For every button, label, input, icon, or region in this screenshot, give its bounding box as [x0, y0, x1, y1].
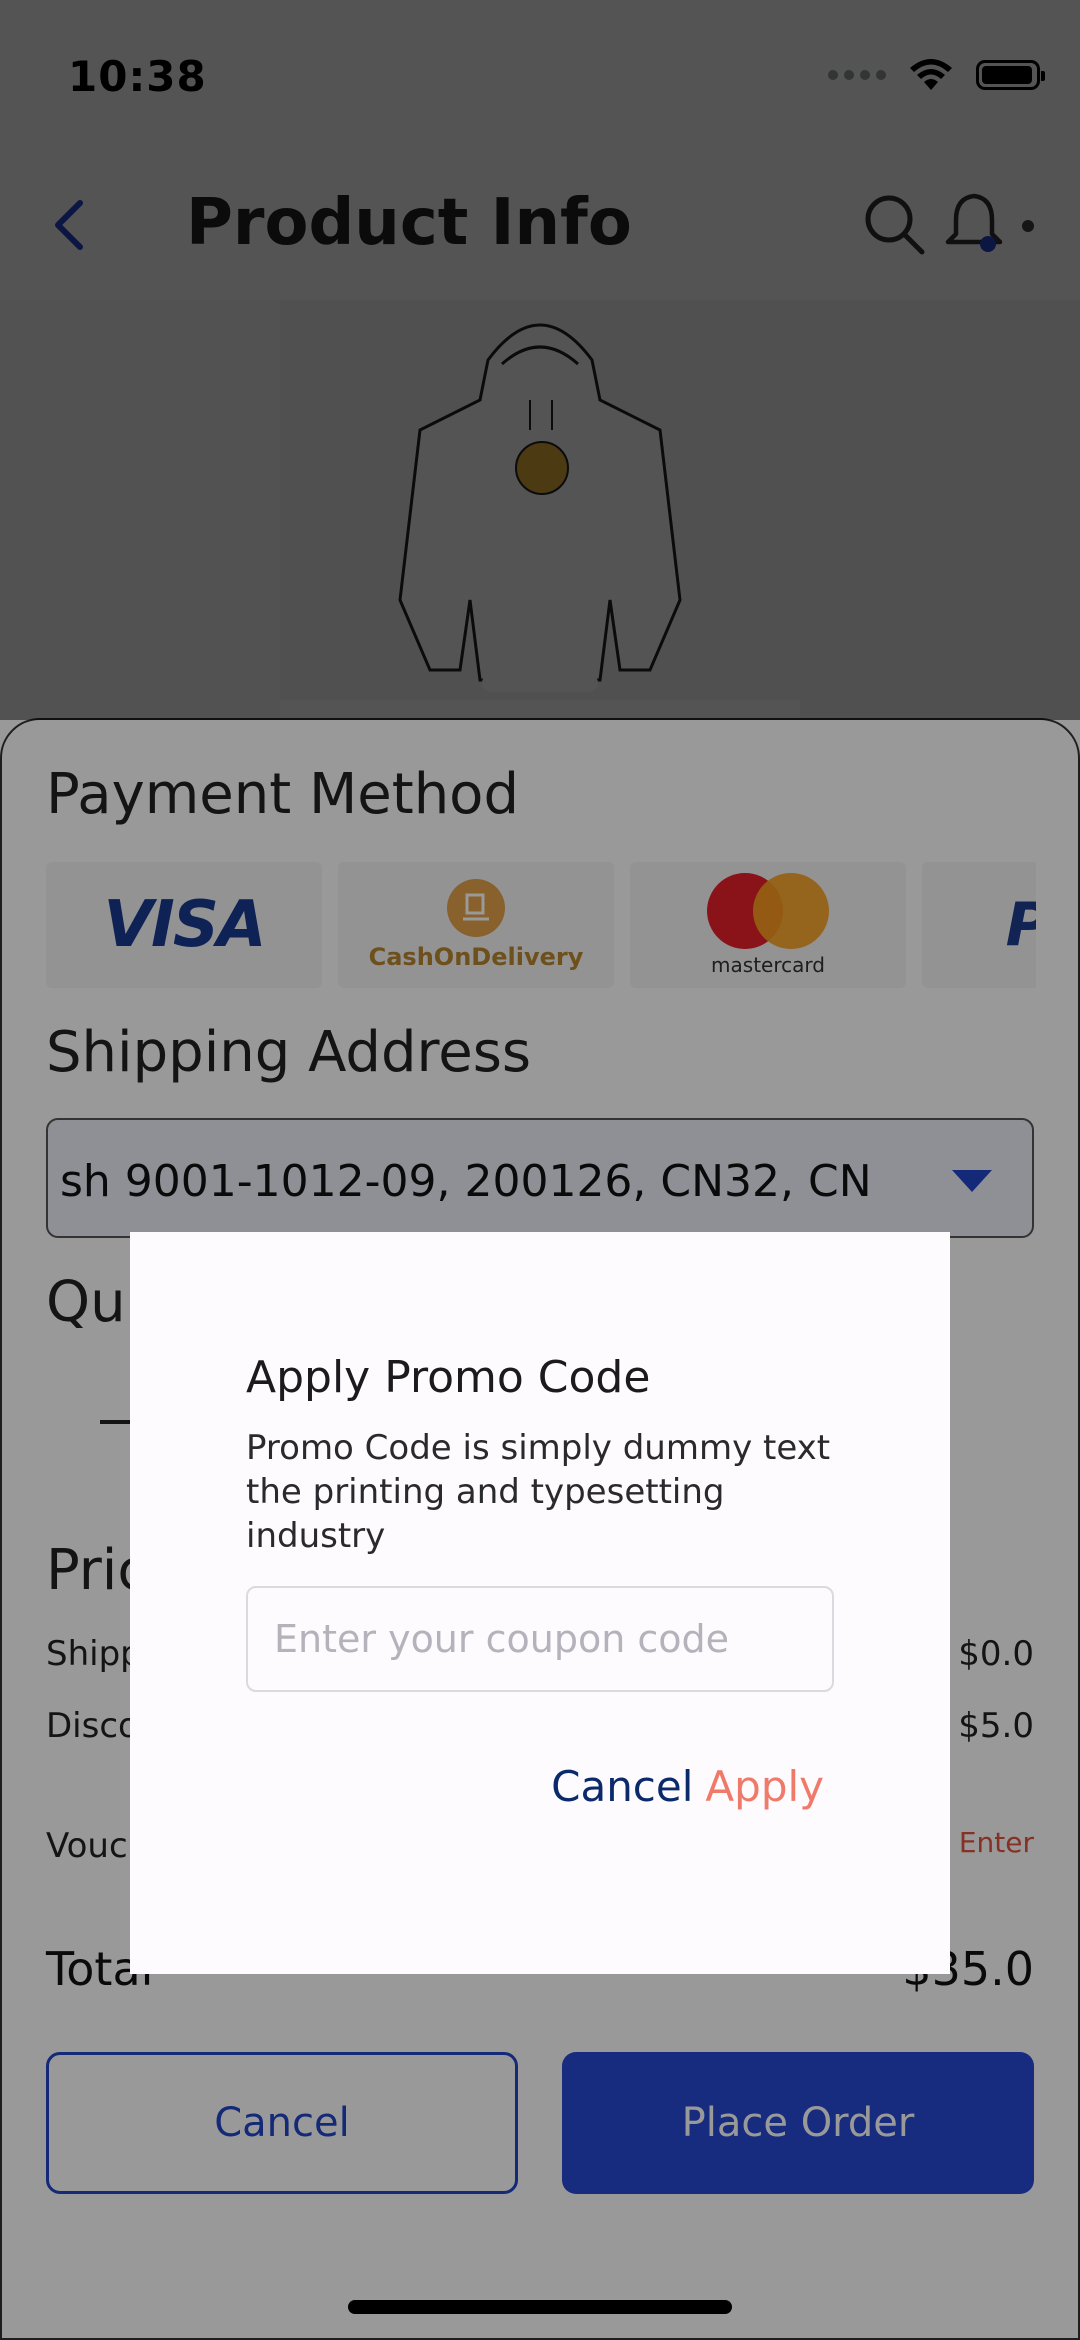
dialog-apply-button[interactable]: Apply: [705, 1762, 824, 1811]
dialog-cancel-button[interactable]: Cancel: [551, 1762, 693, 1811]
modal-scrim-top: [0, 0, 1080, 720]
home-indicator[interactable]: [348, 2300, 732, 2314]
dialog-title: Apply Promo Code: [246, 1352, 651, 1403]
coupon-code-input[interactable]: [246, 1586, 834, 1692]
promo-code-dialog: Apply Promo Code Promo Code is simply du…: [130, 1232, 950, 1974]
dialog-actions: Cancel Apply: [551, 1762, 824, 1811]
dialog-body: Promo Code is simply dummy text the prin…: [246, 1428, 831, 1556]
